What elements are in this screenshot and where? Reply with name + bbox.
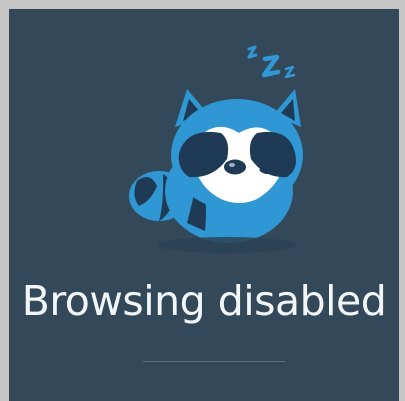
sleep-z-marks (247, 45, 296, 79)
disabled-browsing-panel: Browsing disabled (9, 9, 399, 401)
divider (143, 361, 285, 362)
sleeping-raccoon-icon (129, 45, 303, 253)
disabled-browsing-frame: Browsing disabled (0, 0, 405, 401)
page-title: Browsing disabled (21, 277, 387, 325)
